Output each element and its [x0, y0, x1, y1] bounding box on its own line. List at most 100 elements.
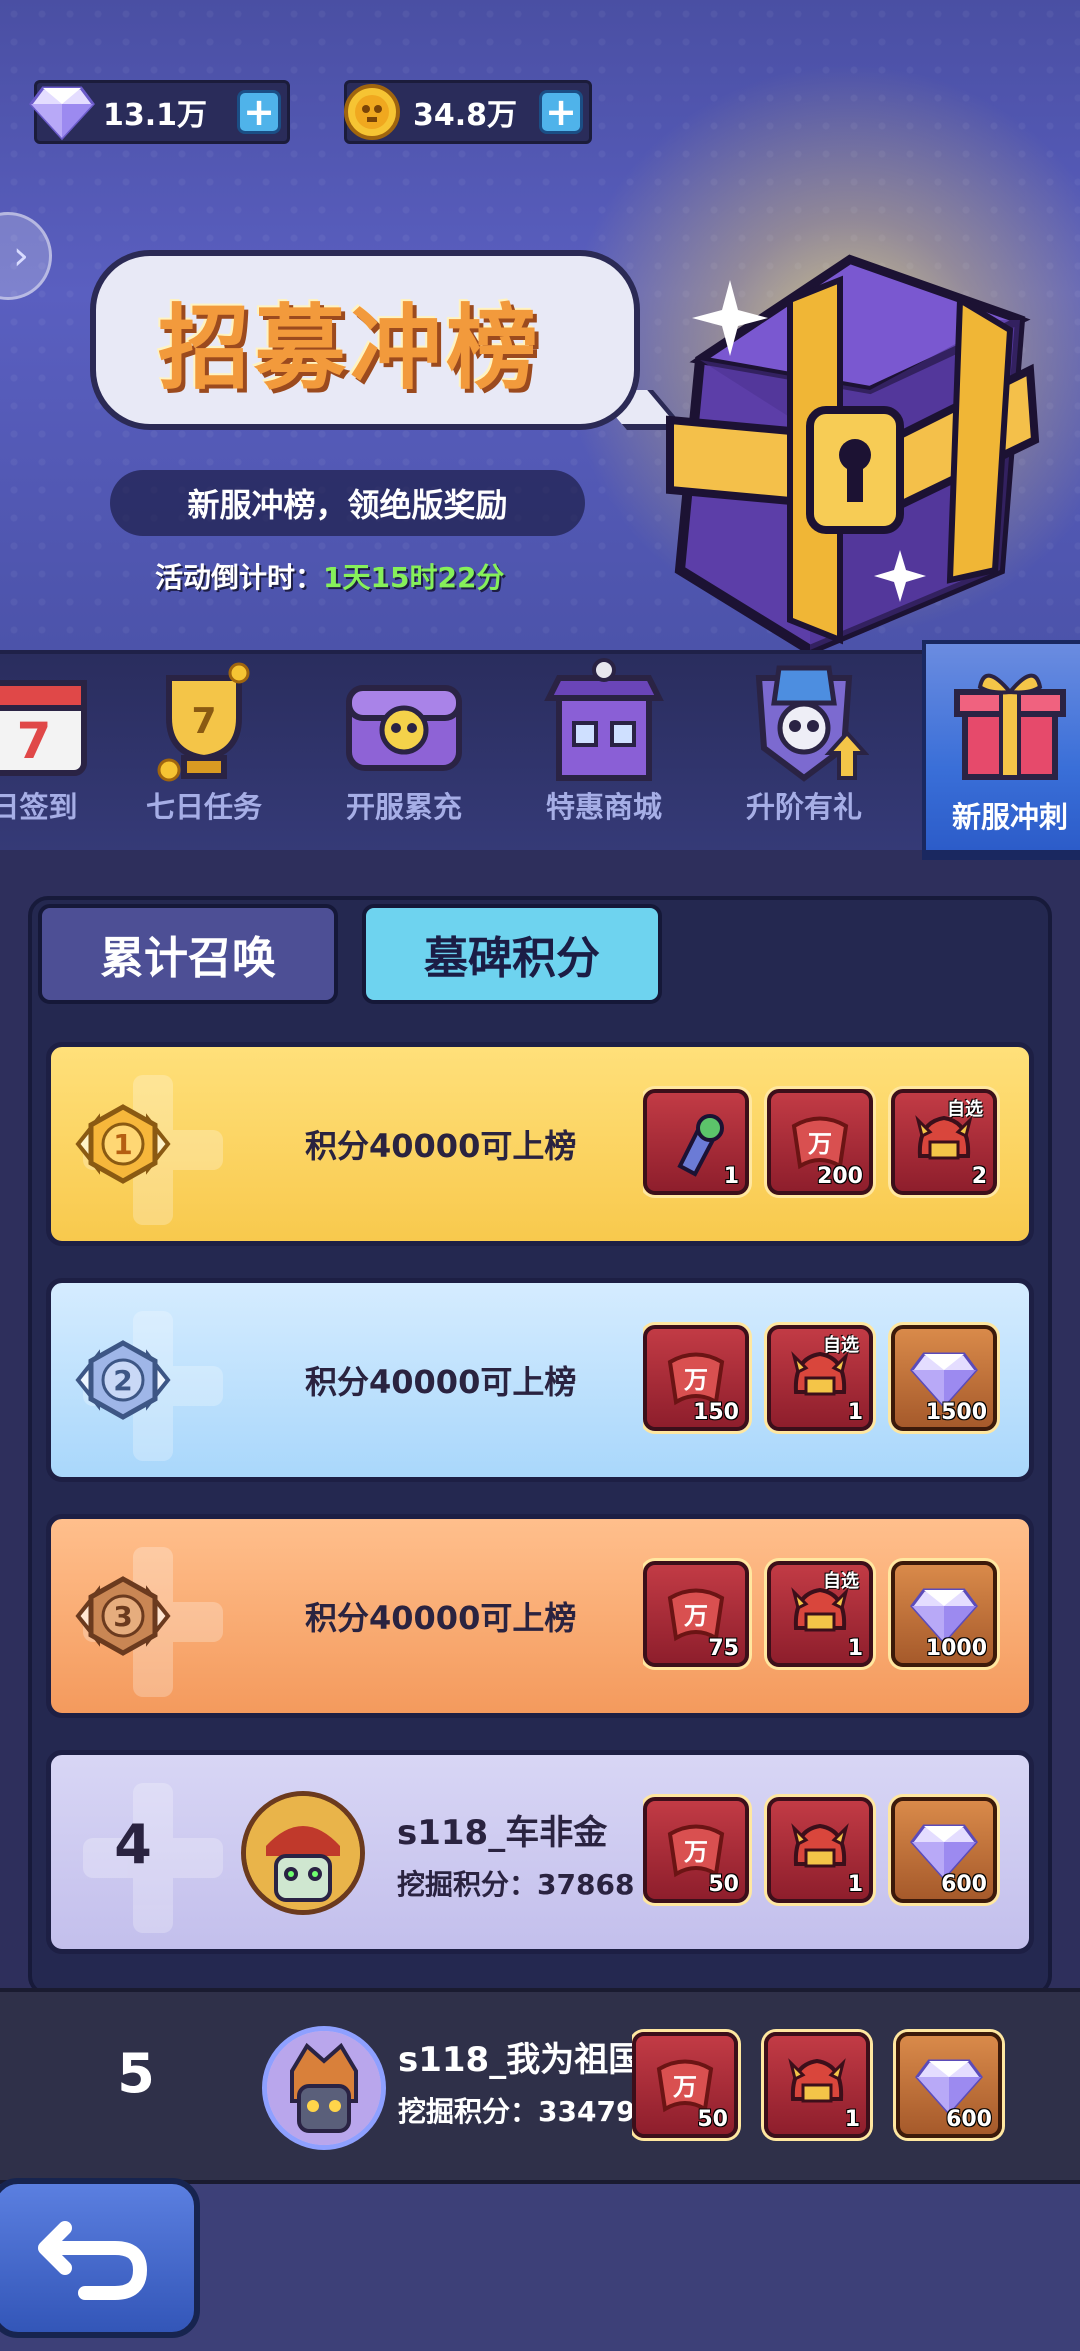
my-reward-list: 万 50 1 600 — [632, 2026, 1022, 2146]
reward-item[interactable]: 万 50 — [643, 1797, 749, 1903]
reward-count: 1500 — [925, 1400, 987, 1425]
my-rank-number: 5 — [117, 2042, 155, 2105]
gold-medal-icon: 1 — [73, 1099, 173, 1189]
countdown-label: 活动倒计时： — [155, 561, 324, 594]
reward-list: 万 75 自选 1 1000 — [643, 1555, 1033, 1675]
reward-item[interactable]: 自选 2 — [891, 1089, 997, 1195]
back-arrow-icon — [38, 2221, 148, 2300]
helmet-icon — [791, 1587, 849, 1632]
countdown-value: 1天15时22分 — [323, 561, 505, 594]
my-rank-bar: 5 s118_我为祖国 挖掘积分：33479 万 50 1 600 — [0, 1988, 1080, 2184]
reward-item[interactable]: 1500 — [891, 1325, 997, 1431]
reward-item[interactable]: 万 75 — [643, 1561, 749, 1667]
player-score: 挖掘积分：37868 — [397, 1863, 634, 1903]
rank-requirement: 积分40000可上榜 — [305, 1363, 577, 1401]
rank-row-4: 4 s118_车非金 挖掘积分：37868 万 50 1 600 — [46, 1750, 1034, 1954]
reward-item[interactable]: 1 — [643, 1089, 749, 1195]
player-name: s118_车非金 — [397, 1813, 608, 1853]
svg-text:7: 7 — [17, 712, 52, 770]
diamond-icon — [29, 79, 95, 145]
reward-count: 1000 — [925, 1636, 987, 1661]
skull-chest-icon — [339, 658, 469, 788]
svg-text:万: 万 — [673, 2073, 697, 2101]
reward-item[interactable]: 600 — [891, 1797, 997, 1903]
rank-number: 2 — [113, 1364, 132, 1397]
my-player-name: s118_我为祖国 — [398, 2040, 643, 2080]
silver-medal-icon: 2 — [73, 1335, 173, 1425]
rank-number: 1 — [113, 1128, 132, 1161]
tab-label: 开服累充 — [345, 790, 462, 824]
reward-item[interactable]: 1000 — [891, 1561, 997, 1667]
tab-new-server-sprint[interactable]: 新服冲刺 — [922, 640, 1080, 860]
tab-cumulative-summon[interactable]: 累计召唤 — [38, 904, 338, 1004]
reward-item[interactable]: 1 — [767, 1797, 873, 1903]
reward-count: 1 — [723, 1164, 739, 1189]
reward-list: 万 50 1 600 — [643, 1791, 1033, 1911]
svg-text:7: 7 — [191, 701, 216, 742]
reward-count: 75 — [708, 1636, 739, 1661]
tab-label: 特惠商城 — [545, 790, 662, 824]
tab-server-recharge[interactable]: 开服累充 — [304, 640, 504, 840]
score-value: 33479 — [538, 2095, 636, 2128]
avatar[interactable] — [241, 1791, 365, 1915]
coin-counter: 34.8万 + — [344, 80, 592, 144]
add-coins-button[interactable]: + — [539, 90, 583, 134]
coin-icon — [339, 79, 405, 145]
event-subtitle: 新服冲榜，领绝版奖励 — [110, 470, 585, 536]
reward-list: 1 万 200 自选 2 — [643, 1083, 1033, 1203]
reward-item[interactable]: 1 — [764, 2032, 870, 2138]
reward-list: 万 150 自选 1 1500 — [643, 1319, 1033, 1439]
reward-count: 50 — [697, 2107, 728, 2132]
helmet-icon — [915, 1115, 973, 1160]
countdown: 活动倒计时：1天15时22分 — [155, 556, 504, 596]
helmet-icon — [791, 1351, 849, 1396]
rank-row-2: 2 积分40000可上榜 万 150 自选 1 1500 — [46, 1278, 1034, 1482]
reward-count: 2 — [971, 1164, 987, 1189]
svg-text:万: 万 — [808, 1130, 832, 1158]
gift-box-icon — [945, 662, 1075, 792]
rank-row-3: 3 积分40000可上榜 万 75 自选 1 1000 — [46, 1514, 1034, 1718]
rank-number: 4 — [114, 1813, 152, 1876]
rank-requirement: 积分40000可上榜 — [305, 1599, 577, 1637]
reward-count: 50 — [708, 1872, 739, 1897]
tab-special-shop[interactable]: 特惠商城 — [504, 640, 704, 840]
reward-item[interactable]: 万 150 — [643, 1325, 749, 1431]
event-title: 招募冲榜 — [157, 294, 542, 402]
gem-amount: 13.1万 — [103, 98, 208, 133]
gem-counter: 13.1万 + — [29, 80, 290, 144]
svg-text:万: 万 — [684, 1602, 708, 1630]
reward-item[interactable]: 自选 1 — [767, 1325, 873, 1431]
reward-count: 600 — [941, 1872, 987, 1897]
skull-shield-icon — [739, 658, 870, 788]
tab-label: 升阶有礼 — [745, 790, 862, 824]
rank-row-1: 1 积分40000可上榜 1 万 200 自选 2 — [46, 1042, 1034, 1246]
my-avatar[interactable] — [262, 2026, 386, 2150]
my-player-score: 挖掘积分：33479 — [398, 2090, 635, 2130]
shop-icon — [539, 658, 669, 788]
tab-label: 七日任务 — [145, 790, 262, 824]
bronze-medal-icon: 3 — [73, 1571, 173, 1661]
rank-number: 3 — [113, 1600, 132, 1633]
reward-item[interactable]: 万 50 — [632, 2032, 738, 2138]
score-label: 挖掘积分： — [398, 2095, 539, 2128]
tab-upgrade-gift[interactable]: 升阶有礼 — [704, 640, 904, 840]
tab-seven-day-tasks[interactable]: 7 七日任务 — [104, 640, 304, 840]
reward-item[interactable]: 自选 1 — [767, 1561, 873, 1667]
reward-item[interactable]: 600 — [896, 2032, 1002, 2138]
trophy-icon: 7 — [139, 658, 269, 788]
add-gems-button[interactable]: + — [237, 90, 281, 134]
title-bubble: 招募冲榜 — [90, 250, 640, 430]
reward-count: 200 — [817, 1164, 863, 1189]
back-button[interactable] — [0, 2178, 200, 2338]
reward-count: 1 — [847, 1400, 863, 1425]
reward-item[interactable]: 万 200 — [767, 1089, 873, 1195]
tab-tombstone-points[interactable]: 墓碑积分 — [362, 904, 662, 1004]
reward-count: 1 — [847, 1872, 863, 1897]
reward-count: 1 — [844, 2107, 860, 2132]
svg-text:万: 万 — [684, 1366, 708, 1394]
calendar-icon: 7 — [0, 658, 99, 788]
rank-requirement: 积分40000可上榜 — [305, 1127, 577, 1165]
double-chevron-icon: › — [13, 233, 29, 279]
coin-amount: 34.8万 — [413, 98, 518, 133]
helmet-icon — [791, 1823, 849, 1868]
